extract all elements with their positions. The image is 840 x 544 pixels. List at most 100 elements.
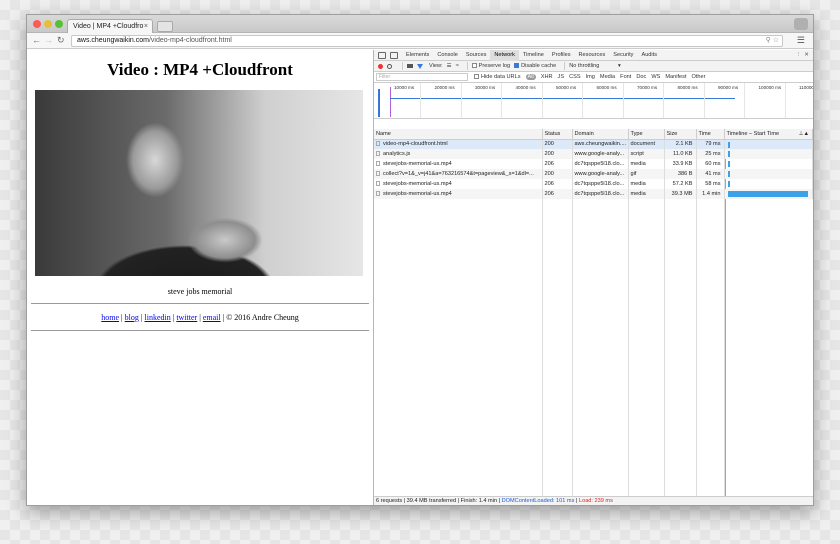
zoom-window-button[interactable] — [55, 20, 63, 28]
col-timeline[interactable]: Timeline – Start Time ⊥▲ — [724, 129, 813, 140]
status-summary: 6 requests | 39.4 MB transferred | Finis… — [376, 498, 501, 504]
col-domain[interactable]: Domain — [572, 129, 629, 140]
preserve-log-box[interactable] — [471, 63, 477, 69]
disable-cache-box[interactable] — [514, 63, 520, 69]
tab-elements[interactable]: Elements — [402, 50, 433, 61]
tab-console[interactable]: Console — [433, 50, 462, 61]
toolbar-divider — [402, 62, 403, 70]
overview-gridline — [582, 83, 583, 118]
filter-manifest[interactable]: Manifest — [665, 74, 686, 80]
tab-security[interactable]: Security — [609, 50, 637, 61]
filter-css[interactable]: CSS — [569, 74, 581, 80]
browser-menu-icon[interactable]: ☰ — [797, 35, 805, 46]
filter-doc[interactable]: Doc — [636, 74, 646, 80]
col-status[interactable]: Status — [542, 129, 573, 140]
cell-timeline — [724, 179, 813, 189]
link-home[interactable]: home — [101, 313, 119, 322]
filter-ws[interactable]: WS — [651, 74, 660, 80]
inspect-element-icon[interactable] — [378, 51, 386, 59]
hide-data-urls-checkbox[interactable]: Hide data URLs — [474, 74, 521, 80]
preserve-log-checkbox[interactable]: Preserve log — [471, 63, 510, 69]
disable-cache-label: Disable cache — [521, 63, 557, 69]
sort-icon[interactable]: ⊥▲ — [799, 131, 809, 137]
col-name[interactable]: Name — [374, 129, 543, 140]
table-row[interactable]: stevejobs-memorial-us.mp4 206 dc7tqsppe5l1… — [374, 189, 813, 199]
table-row[interactable]: stevejobs-memorial-us.mp4 206 dc7tqsppe5l1… — [374, 159, 813, 169]
table-row[interactable]: analytics.js 200 www.google-analy... script… — [374, 149, 813, 159]
cell-status: 200 — [542, 149, 573, 159]
throttling-select[interactable]: No throttling ▾ — [569, 63, 621, 69]
reload-icon[interactable]: ↻ — [57, 35, 65, 46]
link-linkedin[interactable]: linkedin — [145, 313, 171, 322]
col-time[interactable]: Time — [696, 129, 725, 140]
overview-tick-label: 20000 ms — [434, 85, 455, 90]
devtools-menu-close-icon[interactable]: ⋮ ✕ — [796, 50, 809, 61]
forward-arrow-icon[interactable]: → — [44, 35, 53, 46]
link-twitter[interactable]: twitter — [176, 313, 197, 322]
file-icon — [376, 181, 380, 187]
file-icon — [376, 171, 380, 177]
link-email[interactable]: email — [203, 313, 221, 322]
tab-audits[interactable]: Audits — [637, 50, 661, 61]
cell-domain: www.google-analy... — [572, 169, 629, 179]
disable-cache-checkbox[interactable]: Disable cache — [514, 63, 556, 69]
overview-icon[interactable]: ≈ — [456, 63, 459, 69]
tab-timeline[interactable]: Timeline — [519, 50, 548, 61]
bookmark-star-icon[interactable]: ⚲ ☆ — [766, 36, 779, 46]
filter-other[interactable]: Other — [691, 74, 705, 80]
filter-img[interactable]: Img — [586, 74, 595, 80]
new-tab-button[interactable] — [157, 21, 173, 32]
col-size[interactable]: Size — [664, 129, 697, 140]
cell-status: 200 — [542, 169, 573, 179]
overview-tick-label: 10000 ms — [394, 85, 415, 90]
tab-network[interactable]: Network — [490, 49, 519, 61]
request-name: analytics.js — [383, 151, 411, 157]
filter-bar: Filter Hide data URLs All XHR JS CSS Img… — [374, 72, 813, 83]
filter-icon[interactable] — [417, 63, 423, 69]
tab-profiles[interactable]: Profiles — [548, 50, 575, 61]
filter-media[interactable]: Media — [600, 74, 615, 80]
cell-domain: www.google-analy... — [572, 149, 629, 159]
request-name: video-mp4-cloudfront.html — [383, 141, 448, 148]
hide-data-urls-box[interactable] — [474, 74, 479, 80]
overview-selection-handle[interactable] — [390, 87, 391, 117]
link-blog[interactable]: blog — [125, 313, 139, 322]
overview-tick-label: 110000 — [799, 85, 814, 90]
tab-resources[interactable]: Resources — [575, 50, 610, 61]
capture-screenshots-icon[interactable] — [407, 64, 413, 68]
large-rows-icon[interactable]: ☰ — [447, 63, 452, 69]
record-icon[interactable] — [378, 63, 383, 69]
filter-js[interactable]: JS — [558, 74, 565, 80]
filter-all[interactable]: All — [525, 74, 536, 80]
file-icon — [376, 161, 380, 167]
overview-tick-label: 60000 ms — [596, 85, 617, 90]
timeline-bar — [728, 181, 731, 187]
file-icon — [376, 191, 380, 197]
browser-tab[interactable]: Video | MP4 +Cloudfro × — [67, 19, 153, 33]
tab-sources[interactable]: Sources — [462, 50, 491, 61]
address-bar[interactable]: aws.cheungwaikin.com/video-mp4-cloudfron… — [71, 35, 783, 47]
cell-domain: dc7tqsppe5l18.clo... — [572, 189, 629, 199]
request-name: collect?v=1&_v=j41&a=763216574&t=pagevie… — [383, 171, 534, 177]
table-row[interactable]: collect?v=1&_v=j41&a=763216574&t=pagevie… — [374, 169, 813, 179]
divider-top — [31, 303, 369, 304]
close-window-button[interactable] — [33, 20, 41, 28]
filter-input[interactable]: Filter — [376, 73, 468, 81]
table-row[interactable]: stevejobs-memorial-us.mp4 206 dc7tqsppe5l1… — [374, 179, 813, 189]
device-mode-icon[interactable] — [390, 51, 398, 59]
network-overview[interactable]: 10000 ms 20000 ms 30000 ms 40000 ms 50000 ms… — [374, 83, 813, 119]
filter-xhr[interactable]: XHR — [541, 74, 553, 80]
hide-data-urls-label: Hide data URLs — [481, 74, 521, 80]
minimize-window-button[interactable] — [44, 20, 52, 28]
col-type[interactable]: Type — [628, 129, 665, 140]
back-arrow-icon[interactable]: ← — [32, 35, 41, 46]
tab-title: Video | MP4 +Cloudfro — [73, 23, 144, 30]
cell-timeline — [724, 189, 813, 199]
cell-timeline — [724, 149, 813, 159]
profile-icon[interactable] — [794, 18, 808, 30]
tab-close-icon[interactable]: × — [144, 20, 148, 33]
filter-font[interactable]: Font — [620, 74, 631, 80]
table-row[interactable]: video-mp4-cloudfront.html 200 aws.cheungwa… — [374, 139, 813, 149]
clear-icon[interactable] — [387, 63, 392, 69]
cell-name: stevejobs-memorial-us.mp4 — [374, 179, 543, 189]
